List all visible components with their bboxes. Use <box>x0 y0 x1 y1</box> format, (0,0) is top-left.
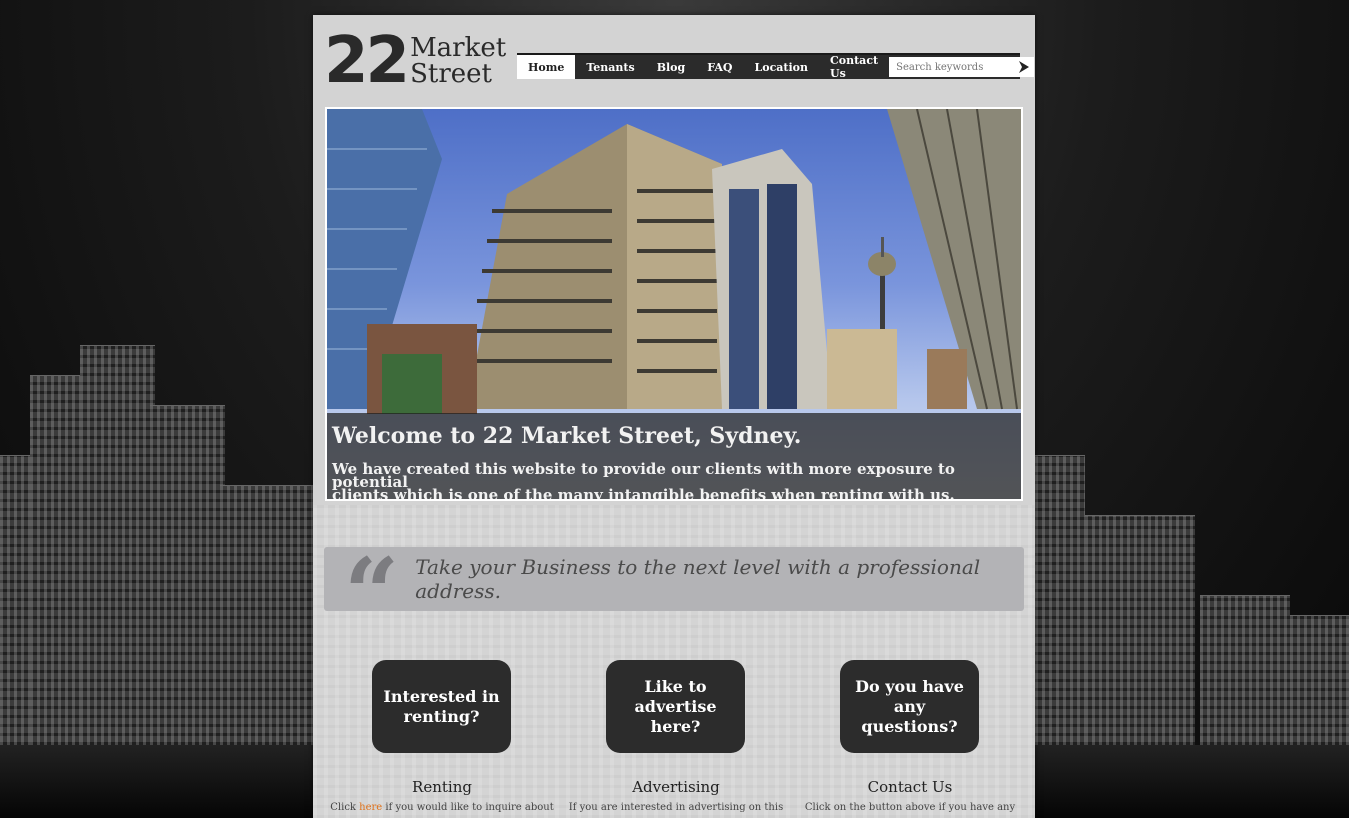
main-nav: Home Tenants Blog FAQ Location Contact U… <box>517 53 1035 80</box>
hero-description-line-2: clients which is one of the many intangi… <box>332 486 955 501</box>
hero-caption: Welcome to 22 Market Street, Sydney. We … <box>327 413 1021 501</box>
renting-text-before: Click <box>330 802 360 813</box>
nav-item-location[interactable]: Location <box>744 55 820 79</box>
nav-item-home[interactable]: Home <box>517 55 576 79</box>
logo-text: Market Street <box>410 35 506 87</box>
quote-banner: “ Take your Business to the next level w… <box>324 546 1024 642</box>
contact-us-text: Click on the button above if you have an… <box>804 802 1016 813</box>
background-building <box>1085 515 1195 745</box>
logo-line-2: Street <box>410 59 492 89</box>
background-building <box>80 345 155 745</box>
nav-item-faq[interactable]: FAQ <box>696 55 743 79</box>
nav-item-tenants[interactable]: Tenants <box>575 55 645 79</box>
renting-text: Click here if you would like to inquire … <box>322 801 562 815</box>
advertising-heading: Advertising <box>632 778 720 796</box>
arrow-right-icon[interactable] <box>1019 61 1030 73</box>
background-building <box>220 485 315 745</box>
interested-in-renting-button[interactable]: Interested in renting? <box>372 660 511 753</box>
logo-number: 22 <box>324 24 410 98</box>
advertising-text: If you are interested in advertising on … <box>568 802 784 813</box>
advertise-here-button[interactable]: Like to advertise here? <box>606 660 745 753</box>
renting-text-after: if you would like to inquire about <box>382 802 554 813</box>
renting-here-link[interactable]: here <box>359 802 382 813</box>
background-building <box>1290 615 1349 745</box>
nav-item-blog[interactable]: Blog <box>646 55 697 79</box>
renting-heading: Renting <box>412 778 472 796</box>
quote-text: Take your Business to the next level wit… <box>415 555 981 603</box>
hero-banner: Welcome to 22 Market Street, Sydney. We … <box>325 107 1023 501</box>
contact-us-heading: Contact Us <box>867 778 953 796</box>
questions-button[interactable]: Do you have any questions? <box>840 660 979 753</box>
background-building <box>1200 595 1290 745</box>
hero-description: We have created this website to provide … <box>332 462 1016 501</box>
nav-item-contact-us[interactable]: Contact Us <box>819 54 889 80</box>
page-container: 22 Market Street Home Tenants Blog FAQ L… <box>313 15 1035 818</box>
quote-mark-icon: “ <box>344 537 400 650</box>
site-logo[interactable]: 22 Market Street <box>324 24 506 98</box>
search-input[interactable] <box>889 58 1035 76</box>
search-box <box>889 57 1035 77</box>
hero-title: Welcome to 22 Market Street, Sydney. <box>332 423 802 449</box>
background-building <box>150 405 225 745</box>
background-building <box>1035 455 1085 745</box>
